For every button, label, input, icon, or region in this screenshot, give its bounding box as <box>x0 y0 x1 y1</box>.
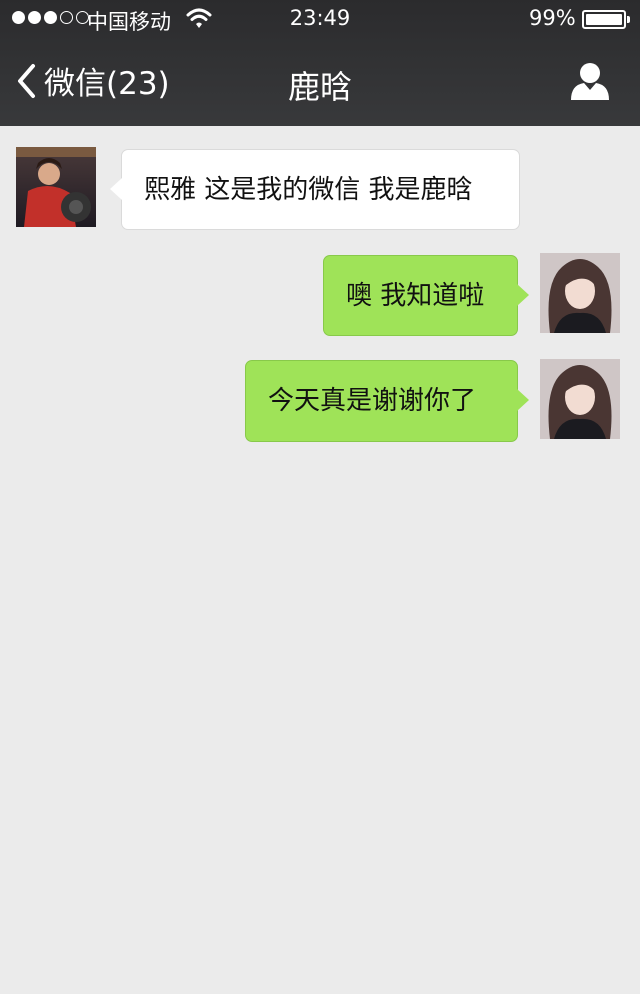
battery-percentage: 99% <box>529 6 576 30</box>
message-bubble[interactable]: 今天真是谢谢你了 <box>245 360 529 442</box>
top-bar: 中国移动 23:49 99% 微信(23) 鹿晗 <box>0 0 640 126</box>
chat-title: 鹿晗 <box>287 68 352 106</box>
person-icon[interactable] <box>568 60 612 104</box>
message-bubble[interactable]: 熙雅 这是我的微信 我是鹿晗 <box>110 149 520 230</box>
user-avatar[interactable] <box>540 359 620 439</box>
contact-avatar[interactable] <box>16 147 96 227</box>
user-avatar[interactable] <box>540 253 620 333</box>
navigation-bar: 微信(23) 鹿晗 <box>0 38 640 126</box>
message-bubble[interactable]: 噢 我知道啦 <box>323 255 529 336</box>
battery-icon <box>582 10 630 29</box>
status-bar: 中国移动 23:49 99% <box>0 0 640 38</box>
